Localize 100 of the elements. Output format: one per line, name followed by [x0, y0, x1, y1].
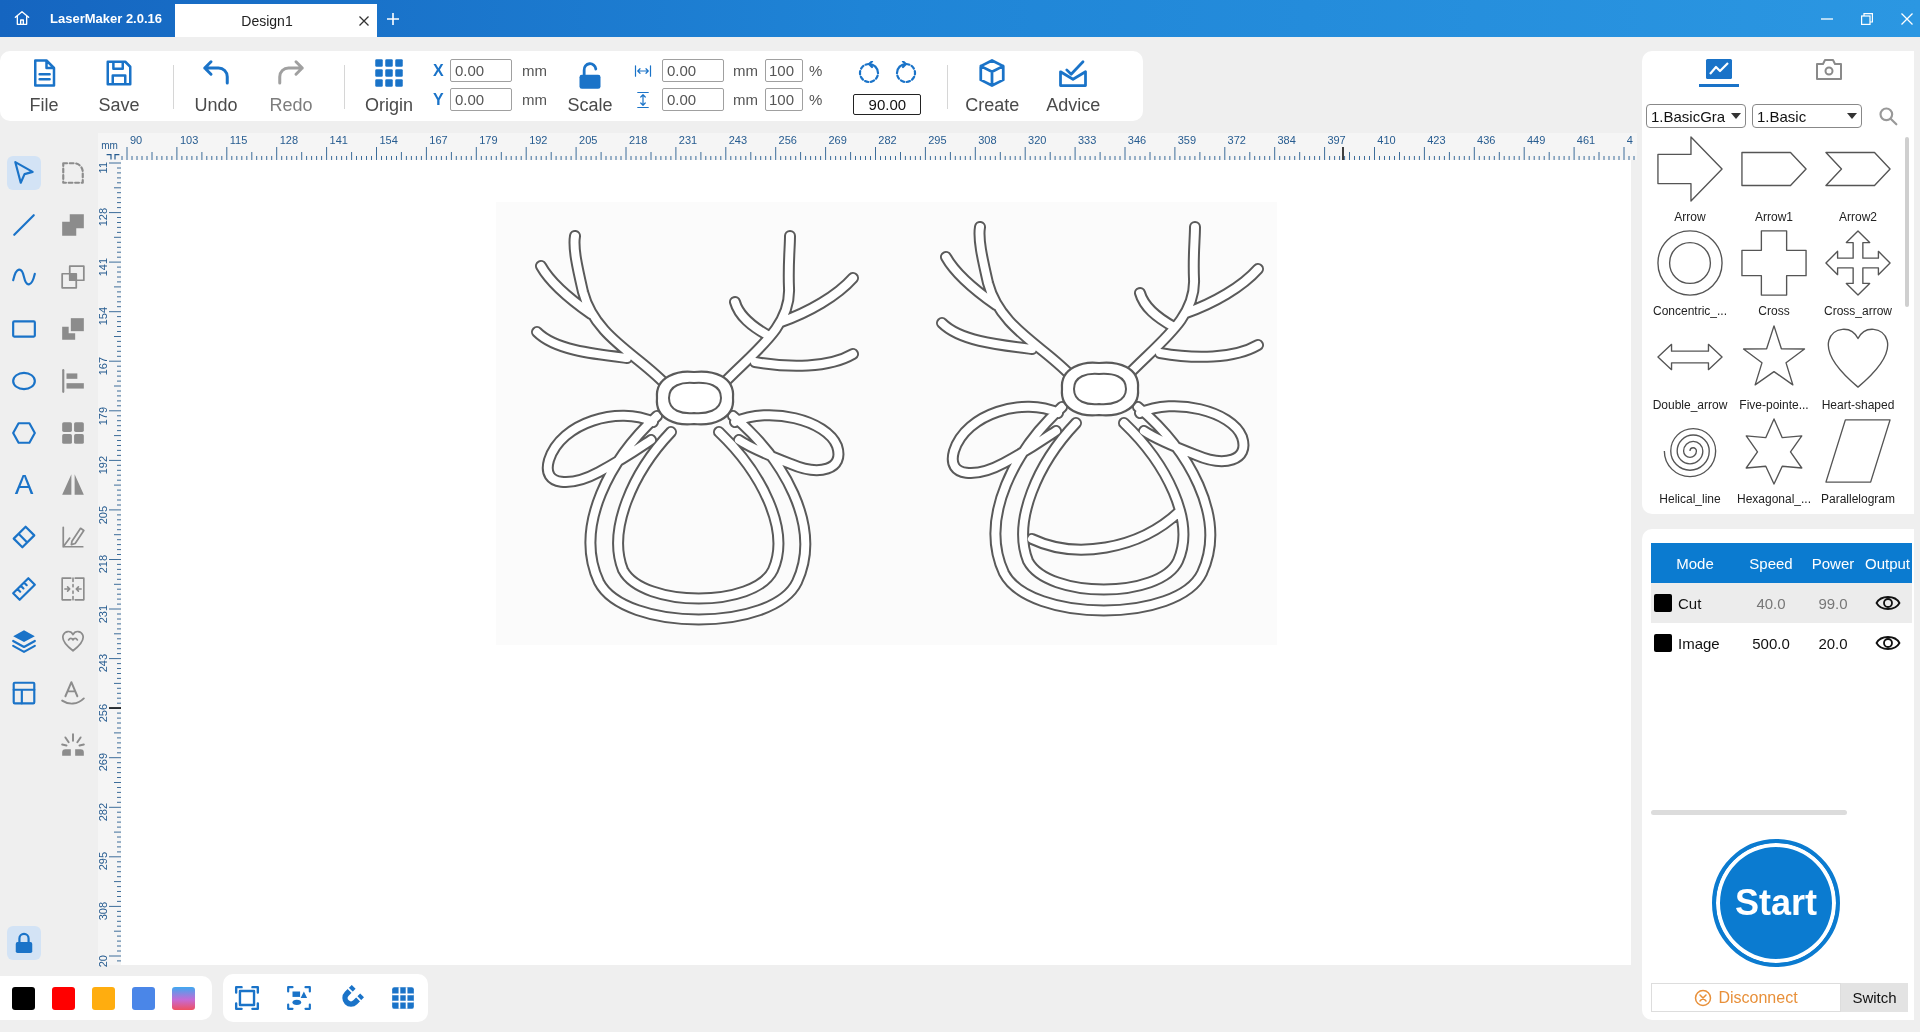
shape-item[interactable]: Double_arrow: [1648, 323, 1732, 417]
ruler-label: 269: [98, 753, 109, 772]
color-swatch[interactable]: [12, 986, 35, 1010]
shape-item[interactable]: Arrow2: [1816, 135, 1900, 229]
speed-value: 500.0: [1752, 634, 1790, 652]
shape-item[interactable]: Helical_line: [1648, 417, 1732, 511]
layer-row[interactable]: Image 500.0 20.0: [1651, 623, 1912, 663]
color-swatch[interactable]: [132, 986, 155, 1010]
color-swatch[interactable]: [52, 986, 75, 1010]
color-swatch[interactable]: [172, 986, 195, 1010]
heart-outline-icon: [60, 628, 86, 654]
ruler-label: 205: [579, 135, 598, 147]
color-swatch[interactable]: [92, 986, 115, 1010]
create-button[interactable]: Create: [962, 58, 1023, 116]
corner-mark-icon: [105, 154, 120, 160]
file-button[interactable]: File: [14, 58, 74, 116]
ruler-label: 410: [1377, 135, 1396, 147]
position-field[interactable]: 0.00: [450, 59, 512, 82]
ruler-label: 320: [1028, 135, 1047, 147]
unit-label: mm: [733, 62, 756, 79]
ruler-label: 103: [179, 135, 199, 147]
shape-item[interactable]: Five-pointe...: [1732, 323, 1816, 417]
origin-button[interactable]: Origin: [361, 58, 417, 116]
rotate-right-icon[interactable]: [893, 61, 918, 85]
shape-item[interactable]: Cross: [1732, 229, 1816, 323]
percent-field[interactable]: 100: [765, 88, 803, 111]
power-value: 99.0: [1818, 594, 1848, 612]
ruler-label: 372: [1227, 135, 1246, 147]
ruler-label: 192: [98, 456, 109, 475]
axis-label: X: [433, 61, 445, 80]
four-way-arrow-icon: [1824, 229, 1892, 297]
closed-padlock-icon: [13, 932, 35, 954]
shape-item[interactable]: Cross_arrow: [1816, 229, 1900, 323]
percent-label: %: [809, 62, 823, 79]
layer-mode: Image: [1678, 634, 1720, 652]
size-field[interactable]: 0.00: [662, 59, 724, 82]
ruler-label: 269: [828, 135, 847, 147]
cross-shape-icon: [1740, 229, 1808, 297]
shape-item[interactable]: Hexagonal_...: [1732, 417, 1816, 511]
select-tool-button[interactable]: [7, 156, 41, 190]
axis-label: Y: [433, 90, 445, 109]
start-button[interactable]: Start: [1712, 839, 1840, 967]
plus-icon[interactable]: [387, 13, 399, 25]
percent-field[interactable]: 100: [765, 59, 803, 82]
document-tab[interactable]: Design1: [175, 4, 377, 37]
home-icon[interactable]: [14, 10, 30, 26]
unit-label: mm: [522, 91, 545, 108]
vertical-resize-icon: [634, 90, 652, 109]
ruler-label: 256: [778, 135, 797, 147]
ruler-label: 192: [529, 135, 548, 147]
undo-button[interactable]: Undo: [186, 58, 246, 116]
eraser-icon: [11, 524, 37, 550]
search-icon[interactable]: [1878, 106, 1898, 126]
column-header: Power: [1811, 554, 1855, 572]
ruler-label: 308: [978, 135, 997, 147]
rotate-left-icon[interactable]: [856, 61, 881, 85]
advice-button[interactable]: Advice: [1043, 58, 1104, 116]
text-tool-button[interactable]: A: [7, 468, 41, 502]
subcategory-dropdown[interactable]: 1.Basic: [1752, 104, 1862, 128]
shape-item[interactable]: Parallelogram: [1816, 417, 1900, 511]
bracket-shapes-icon[interactable]: [286, 985, 312, 1011]
save-button[interactable]: Save: [89, 58, 149, 116]
size-field[interactable]: 0.00: [662, 88, 724, 111]
eye-icon[interactable]: [1874, 634, 1901, 652]
vertical-scrollbar[interactable]: [1905, 137, 1909, 307]
ruler-label: 243: [98, 654, 109, 673]
ruler-icon: [11, 576, 37, 602]
scale-button[interactable]: Scale: [566, 58, 614, 116]
cursor-icon: [11, 160, 37, 186]
shape-item[interactable]: Heart-shaped: [1816, 323, 1900, 417]
position-field[interactable]: 0.00: [450, 88, 512, 111]
shape-item[interactable]: Concentric_...: [1648, 229, 1732, 323]
minimize-icon[interactable]: [1821, 17, 1833, 20]
shape-item[interactable]: Arrow1: [1732, 135, 1816, 229]
ruler-label: 333: [1077, 135, 1097, 147]
close-icon[interactable]: [359, 15, 369, 26]
ruler-label: 141: [98, 257, 109, 277]
category-dropdown[interactable]: 1.BasicGra: [1646, 104, 1746, 128]
restore-icon[interactable]: [1861, 12, 1873, 25]
ruler-label: 346: [1127, 135, 1147, 147]
eye-icon[interactable]: [1874, 594, 1901, 612]
light-rays-icon: [60, 732, 86, 758]
ruler-unit-label: mm: [101, 141, 118, 151]
lock-button[interactable]: [7, 926, 41, 960]
rotation-field[interactable]: 90.00: [853, 94, 922, 115]
ruler-label: 423: [1427, 135, 1446, 147]
frame-icon[interactable]: [234, 985, 260, 1011]
speed-value: 40.0: [1756, 594, 1786, 612]
ruler-label: 397: [1327, 135, 1346, 147]
power-value: 20.0: [1818, 634, 1848, 652]
switch-button[interactable]: Switch: [1841, 983, 1908, 1012]
layer-row[interactable]: Cut 40.0 99.0: [1651, 583, 1912, 623]
shape-item[interactable]: Arrow: [1648, 135, 1732, 229]
grid-icon[interactable]: [390, 985, 416, 1011]
caret-icon: [1731, 113, 1741, 119]
cube-icon: [977, 58, 1008, 88]
horizontal-scrollbar[interactable]: [1651, 810, 1847, 815]
ruler-label: 384: [1277, 135, 1296, 147]
ruler-label: 282: [98, 802, 109, 822]
cursor-position-marker: [1342, 147, 1344, 160]
